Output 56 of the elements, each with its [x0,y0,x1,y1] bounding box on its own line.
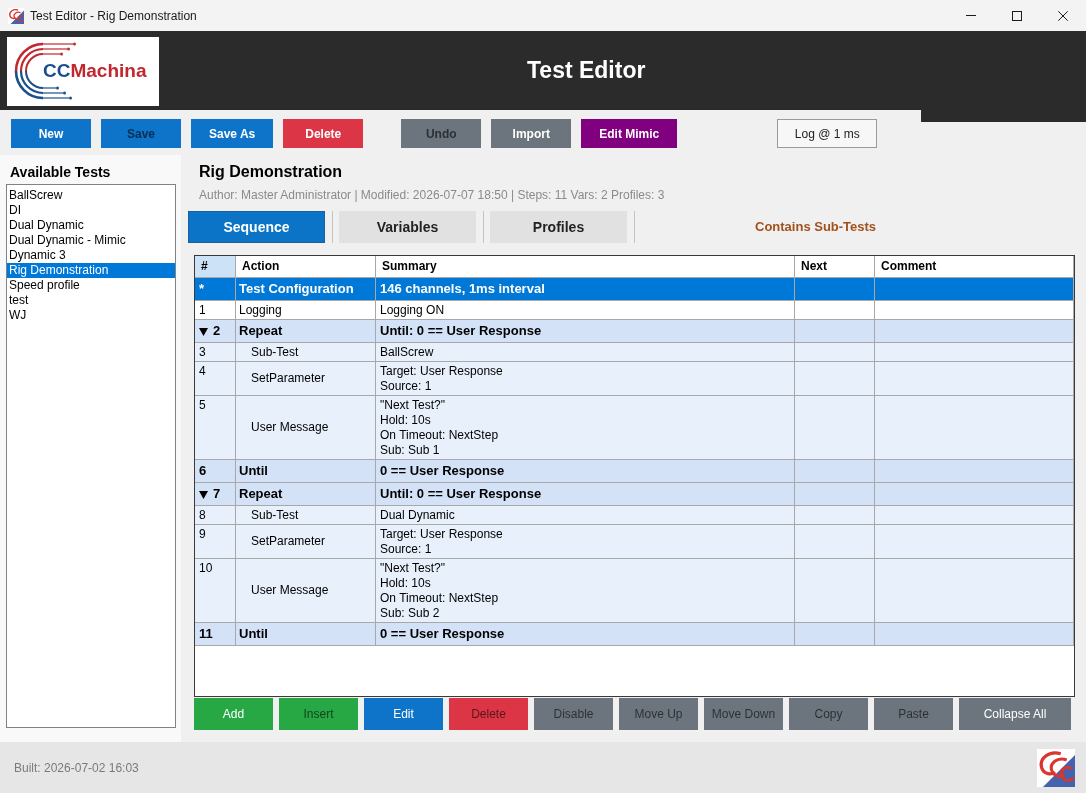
action-button[interactable]: Edit [364,698,443,730]
maximize-icon[interactable] [1012,10,1022,21]
toolbar-button[interactable]: Import [491,119,572,148]
column-header[interactable]: Summary [376,256,795,278]
log-button[interactable]: Log @ 1 ms [777,119,878,148]
table-row[interactable]: 11 Until 0 == User Response [195,623,1074,646]
tab[interactable]: Sequence [188,211,325,243]
test-list-item[interactable]: WJ [7,308,175,323]
column-header[interactable]: Action [236,256,376,278]
tab[interactable]: Variables [339,211,476,243]
app-title: Test Editor [527,56,646,86]
expand-icon[interactable] [199,326,208,336]
window-title: Test Editor - Rig Demonstration [30,7,197,25]
test-meta: Author: Master Administrator | Modified: 2026-07-07 18:50 | Steps: 11 Vars: 2 Profiles: 3 [199,187,665,203]
test-list-item[interactable]: Speed profile [7,278,175,293]
column-header[interactable]: # [195,256,236,278]
column-header[interactable]: Comment [875,256,1074,278]
test-list-item[interactable]: test [7,293,175,308]
table-cell: Until [236,623,376,646]
table-row[interactable]: 10 User Message "Next Test?" Hold: 10s On Timeout: NextStep Sub: Sub 2 [195,559,1074,623]
app-logo-icon [8,7,24,24]
toolbar-button[interactable]: Edit Mimic [581,119,678,148]
test-list-item[interactable]: Dual Dynamic - Mimic [7,233,175,248]
toolbar-button[interactable]: Save As [191,119,274,148]
tab[interactable]: Profiles [490,211,627,243]
table-row[interactable]: 6 Until 0 == User Response [195,460,1074,483]
table-row[interactable]: 4 SetParameter Target: User Response Source: 1 [195,362,1074,396]
expand-icon[interactable] [199,489,208,499]
test-list-item[interactable]: Dual Dynamic [7,218,175,233]
test-list-item[interactable]: DI [7,203,175,218]
action-button[interactable]: Collapse All [959,698,1071,730]
sub-test-notice: Contains Sub-Tests [755,218,877,237]
table-row[interactable]: 9 SetParameter Target: User Response Source: 1 [195,525,1074,559]
toolbar-button[interactable]: Delete [283,119,364,148]
test-title: Rig Demonstration [199,162,343,182]
table-cell: 11 [195,623,236,646]
table-row[interactable]: 8 Sub-Test Dual Dynamic [195,506,1074,525]
row-number: 2 [213,322,221,340]
column-header[interactable]: Next [795,256,875,278]
app-logo-icon [1037,748,1075,787]
table-row[interactable]: 7 Repeat Until: 0 == User Response [195,483,1074,506]
toolbar-button[interactable]: New [11,119,91,148]
sidebar-title: Available Tests [9,163,112,182]
table-cell: 0 == User Response [376,623,795,646]
table-row[interactable]: 3 Sub-Test BallScrew [195,343,1074,362]
test-list-item[interactable]: BallScrew [7,188,175,203]
logo-text: CCMachina [43,59,147,83]
table-row[interactable]: 5 User Message "Next Test?" Hold: 10s On Timeout: NextStep Sub: Sub 1 [195,396,1074,460]
test-list-item[interactable]: Rig Demonstration [7,263,175,278]
close-icon[interactable] [1058,10,1068,21]
table-row[interactable]: 2 Repeat Until: 0 == User Response [195,320,1074,343]
table-row[interactable]: 1 Logging Logging ON [195,301,1074,320]
table-row[interactable]: * Test Configuration 146 channels, 1ms interval [195,278,1074,301]
test-list-item[interactable]: Dynamic 3 [7,248,175,263]
build-info: Built: 2026-07-02 16:03 [14,759,139,777]
row-number: 7 [213,485,221,503]
